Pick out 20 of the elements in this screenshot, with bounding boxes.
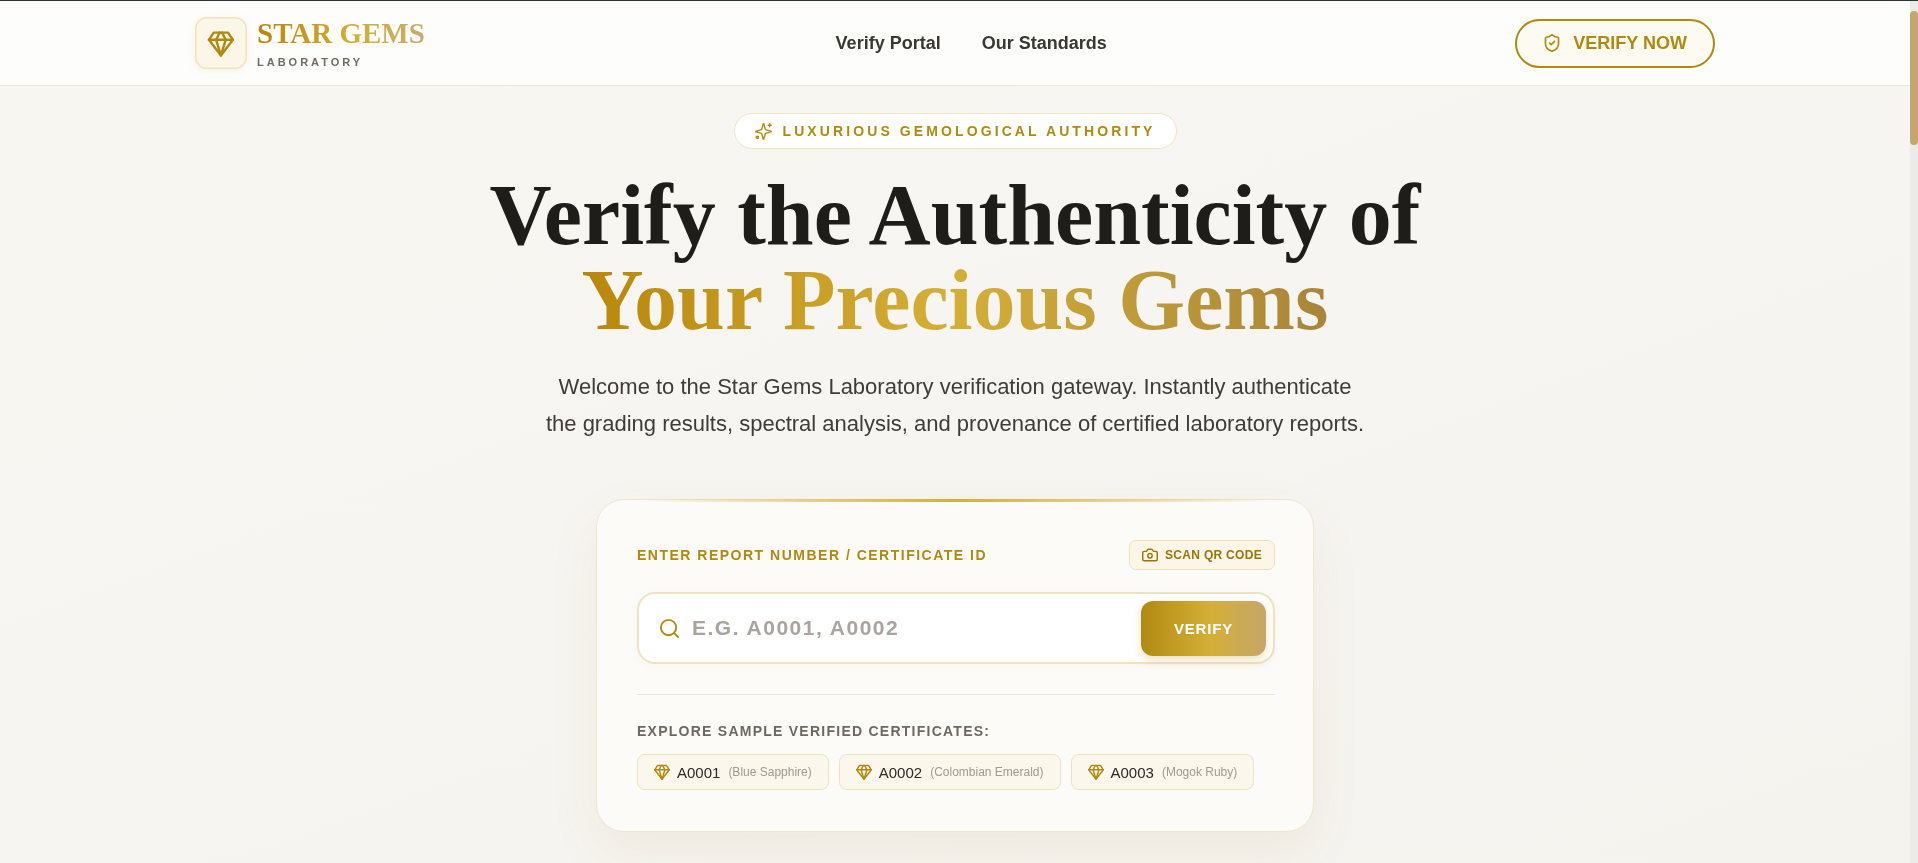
sample-certificate-chip[interactable]: A0003 (Mogok Ruby)	[1070, 754, 1255, 790]
samples-label: EXPLORE SAMPLE VERIFIED CERTIFICATES:	[637, 722, 992, 740]
sparkle-icon	[754, 122, 772, 140]
gem-logo-icon	[195, 17, 247, 69]
field-label: ENTER REPORT NUMBER / CERTIFICATE ID	[637, 547, 988, 563]
gem-icon	[654, 764, 670, 780]
brand-subtitle: LABORATORY	[257, 55, 365, 69]
scrollbar-thumb[interactable]	[1910, 11, 1918, 145]
sample-certificate-chip[interactable]: A0001 (Blue Sapphire)	[637, 754, 829, 790]
gem-icon	[855, 764, 872, 780]
scan-qr-button[interactable]: SCAN QR CODE	[1129, 540, 1275, 570]
camera-icon	[1142, 547, 1159, 563]
search-icon	[659, 617, 680, 639]
nav-link[interactable]: Verify Portal	[835, 32, 941, 54]
sample-certificate-chip[interactable]: A0002 (Colombian Emerald)	[838, 754, 1061, 790]
gem-icon	[1087, 764, 1104, 780]
intro-text: Welcome to the Star Gems Laboratory verification gateway. Instantly authenticate the grading results, spectral analysis, and provenance of certified laboratory reports.	[544, 373, 1366, 438]
tagline-text: LUXURIOUS GEMOLOGICAL AUTHORITY	[782, 123, 1156, 139]
shield-check-icon	[1543, 34, 1562, 52]
nav-link[interactable]: Our Standards	[981, 32, 1107, 54]
